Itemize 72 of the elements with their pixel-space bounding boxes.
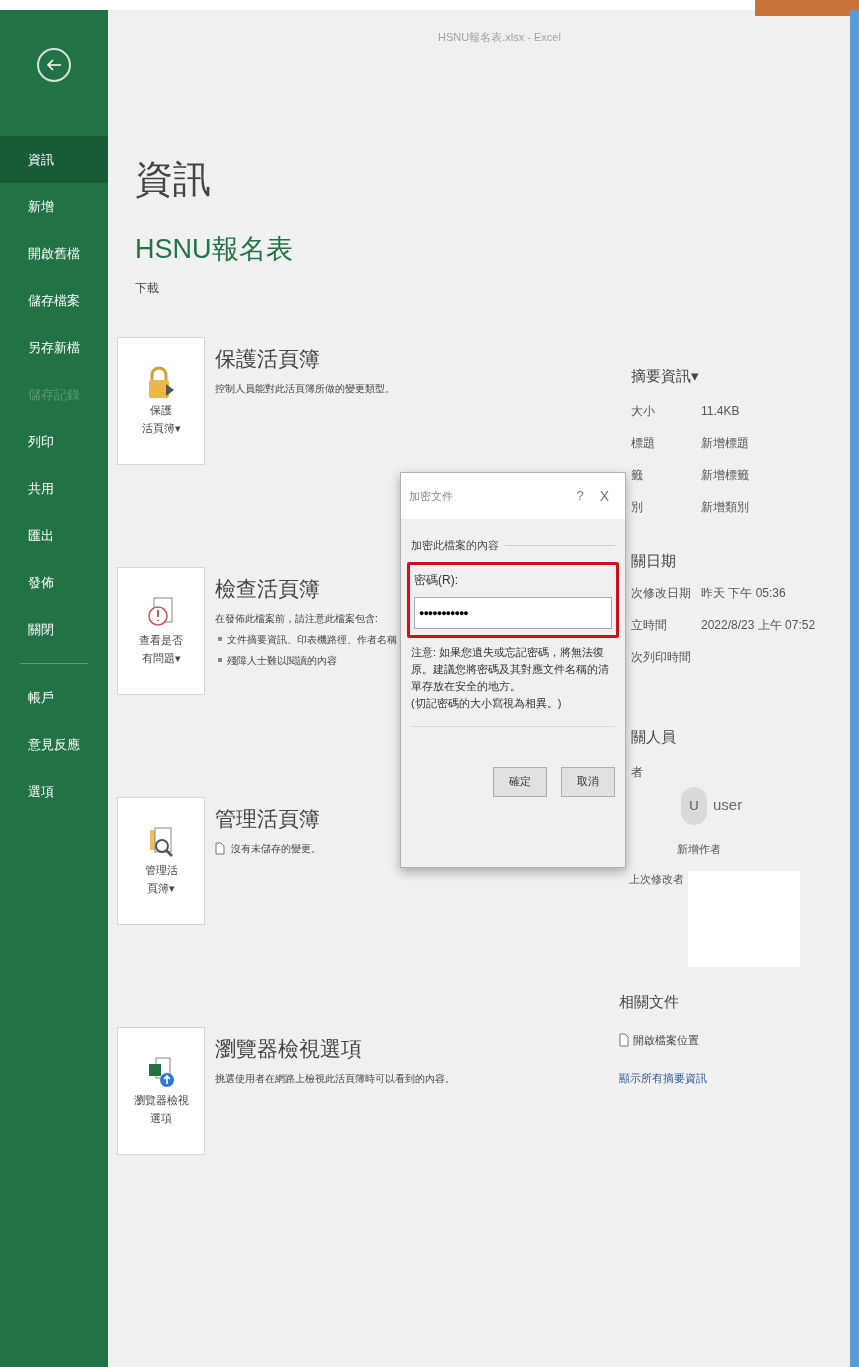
group-label: 加密此檔案的內容 [411,538,499,553]
people-heading: 關人員 [631,727,677,747]
show-all-link[interactable]: 顯示所有摘要資訊 [619,1070,823,1087]
property-value: 新增類別 [701,498,749,516]
property-label: 籤 [631,466,644,484]
sidebar-item[interactable]: 帳戶 [0,674,108,721]
documents-heading: 相關文件 [619,992,680,1012]
avatar: U [681,786,707,825]
section-description: 挑選使用者在網路上檢視此活頁簿時可以看到的內容。 [215,1071,455,1086]
open-location-button[interactable]: 開啟檔案位置 [619,1031,823,1048]
file-name: HSNU報名表 [135,236,293,263]
document-icon [215,841,225,855]
property-label: 次修改日期 [631,585,692,602]
dialog-note: 注意: 如果您遺失或忘記密碼，將無法復原。建議您將密碼及其對應文件名稱的清單存放在安全的地方。 [411,644,610,694]
properties-heading[interactable]: 摘要資訊▾ [631,365,823,388]
section-description: 控制人員能對此活頁簿所做的變更類型。 [215,381,395,396]
section-button[interactable]: 查看是否 有問題▾ [117,567,205,695]
property-label: 大小 [631,402,656,420]
sidebar-item[interactable]: 開啟舊檔 [0,230,108,277]
property-label: 次列印時間 [631,649,692,666]
dates-heading: 關日期 [631,550,677,571]
section-title: 檢查活頁簿 [215,576,320,602]
dialog-note: (切記密碼的大小寫視為相異。) [411,695,563,711]
section-button[interactable]: 保護 活頁簿▾ [117,337,205,465]
property-label: 者 [631,763,644,781]
property-label: 上次修改者 [629,872,684,887]
property-value: 11.4KB [701,402,740,420]
bullet-icon [218,658,222,662]
section-button[interactable]: 瀏覽器檢視 選項 [117,1027,205,1155]
section-description: 沒有未儲存的變更。 [231,841,321,856]
section-description: 在發佈此檔案前，請注意此檔案包含: [215,611,378,626]
close-button[interactable]: X [591,485,617,507]
dialog-title: 加密文件 [409,488,454,504]
sidebar-item[interactable]: 另存新檔 [0,324,108,371]
sidebar-item[interactable]: 儲存檔案 [0,277,108,324]
file-path: 下載 [135,280,159,297]
back-button[interactable] [37,48,71,82]
bullet-text: 殘障人士難以閱讀的內容 [227,653,337,668]
section-title: 管理活頁簿 [215,806,320,832]
lock-icon [146,366,176,401]
window-title: HSNU報名表.xlsx - Excel [438,30,561,46]
document-icon [619,1032,629,1047]
bullet-icon [218,637,222,641]
sidebar-item[interactable]: 發佈 [0,559,108,606]
add-author-link[interactable]: 新增作者 [677,840,823,857]
section-title: 保護活頁簿 [215,346,320,372]
page-heading: 資訊 [135,160,211,198]
sidebar-item[interactable]: 新增 [0,183,108,230]
password-field[interactable]: ●●●●●●●●●●● [414,596,612,629]
sidebar-item[interactable]: 列印 [0,418,108,465]
property-label: 立時間 [631,617,668,634]
property-value: 昨天 下午 05:36 [701,585,786,602]
sidebar-item[interactable]: 選項 [0,768,108,815]
property-value: 新增標籤 [701,466,749,484]
field-label: 密碼(R): [414,571,459,589]
property-value: 新增標題 [701,434,749,452]
help-button[interactable]: ? [568,486,592,506]
sidebar-item[interactable]: 資訊 [0,136,108,183]
property-label: 標題 [631,434,656,452]
bullet-text: 文件摘要資訊、印表機路徑、作者名稱 [227,632,397,647]
sidebar-item[interactable]: 關閉 [0,606,108,653]
dialog-button[interactable]: 確定 [493,766,547,797]
sidebar-item[interactable]: 匯出 [0,512,108,559]
sidebar-item[interactable]: 意見反應 [0,721,108,768]
back-arrow-icon [46,58,62,72]
section-title: 瀏覽器檢視選項 [215,1036,362,1062]
dialog-button[interactable]: 取消 [561,766,615,797]
property-value: 2022/8/23 上午 07:52 [701,617,816,634]
author-name: user [713,795,743,816]
sidebar-item[interactable]: 共用 [0,465,108,512]
property-label: 別 [631,498,644,516]
section-button[interactable]: 管理活 頁簿▾ [117,797,205,925]
